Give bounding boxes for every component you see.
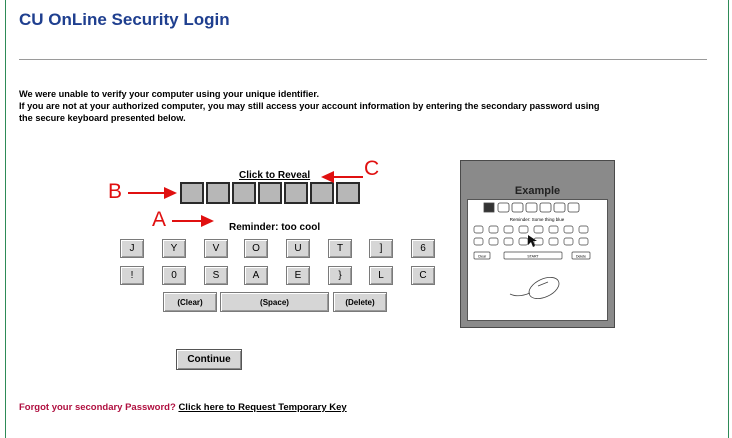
example-keyboard-graphic: Reminder: Some thing blue Clear START De… [473, 202, 591, 299]
example-panel: Example Reminder: Some thing blue Clear … [460, 160, 615, 328]
example-reminder: Reminder: Some thing blue [510, 217, 565, 222]
example-start-key: START [527, 255, 539, 259]
example-title: Example [514, 185, 561, 197]
example-clear-key: Clear [478, 255, 487, 259]
mouse-icon [509, 277, 560, 299]
annotation-arrows [128, 171, 363, 227]
example-keyboard-image: Reminder: Some thing blue Clear START De… [467, 199, 608, 321]
example-delete-key: Delete [576, 255, 586, 259]
